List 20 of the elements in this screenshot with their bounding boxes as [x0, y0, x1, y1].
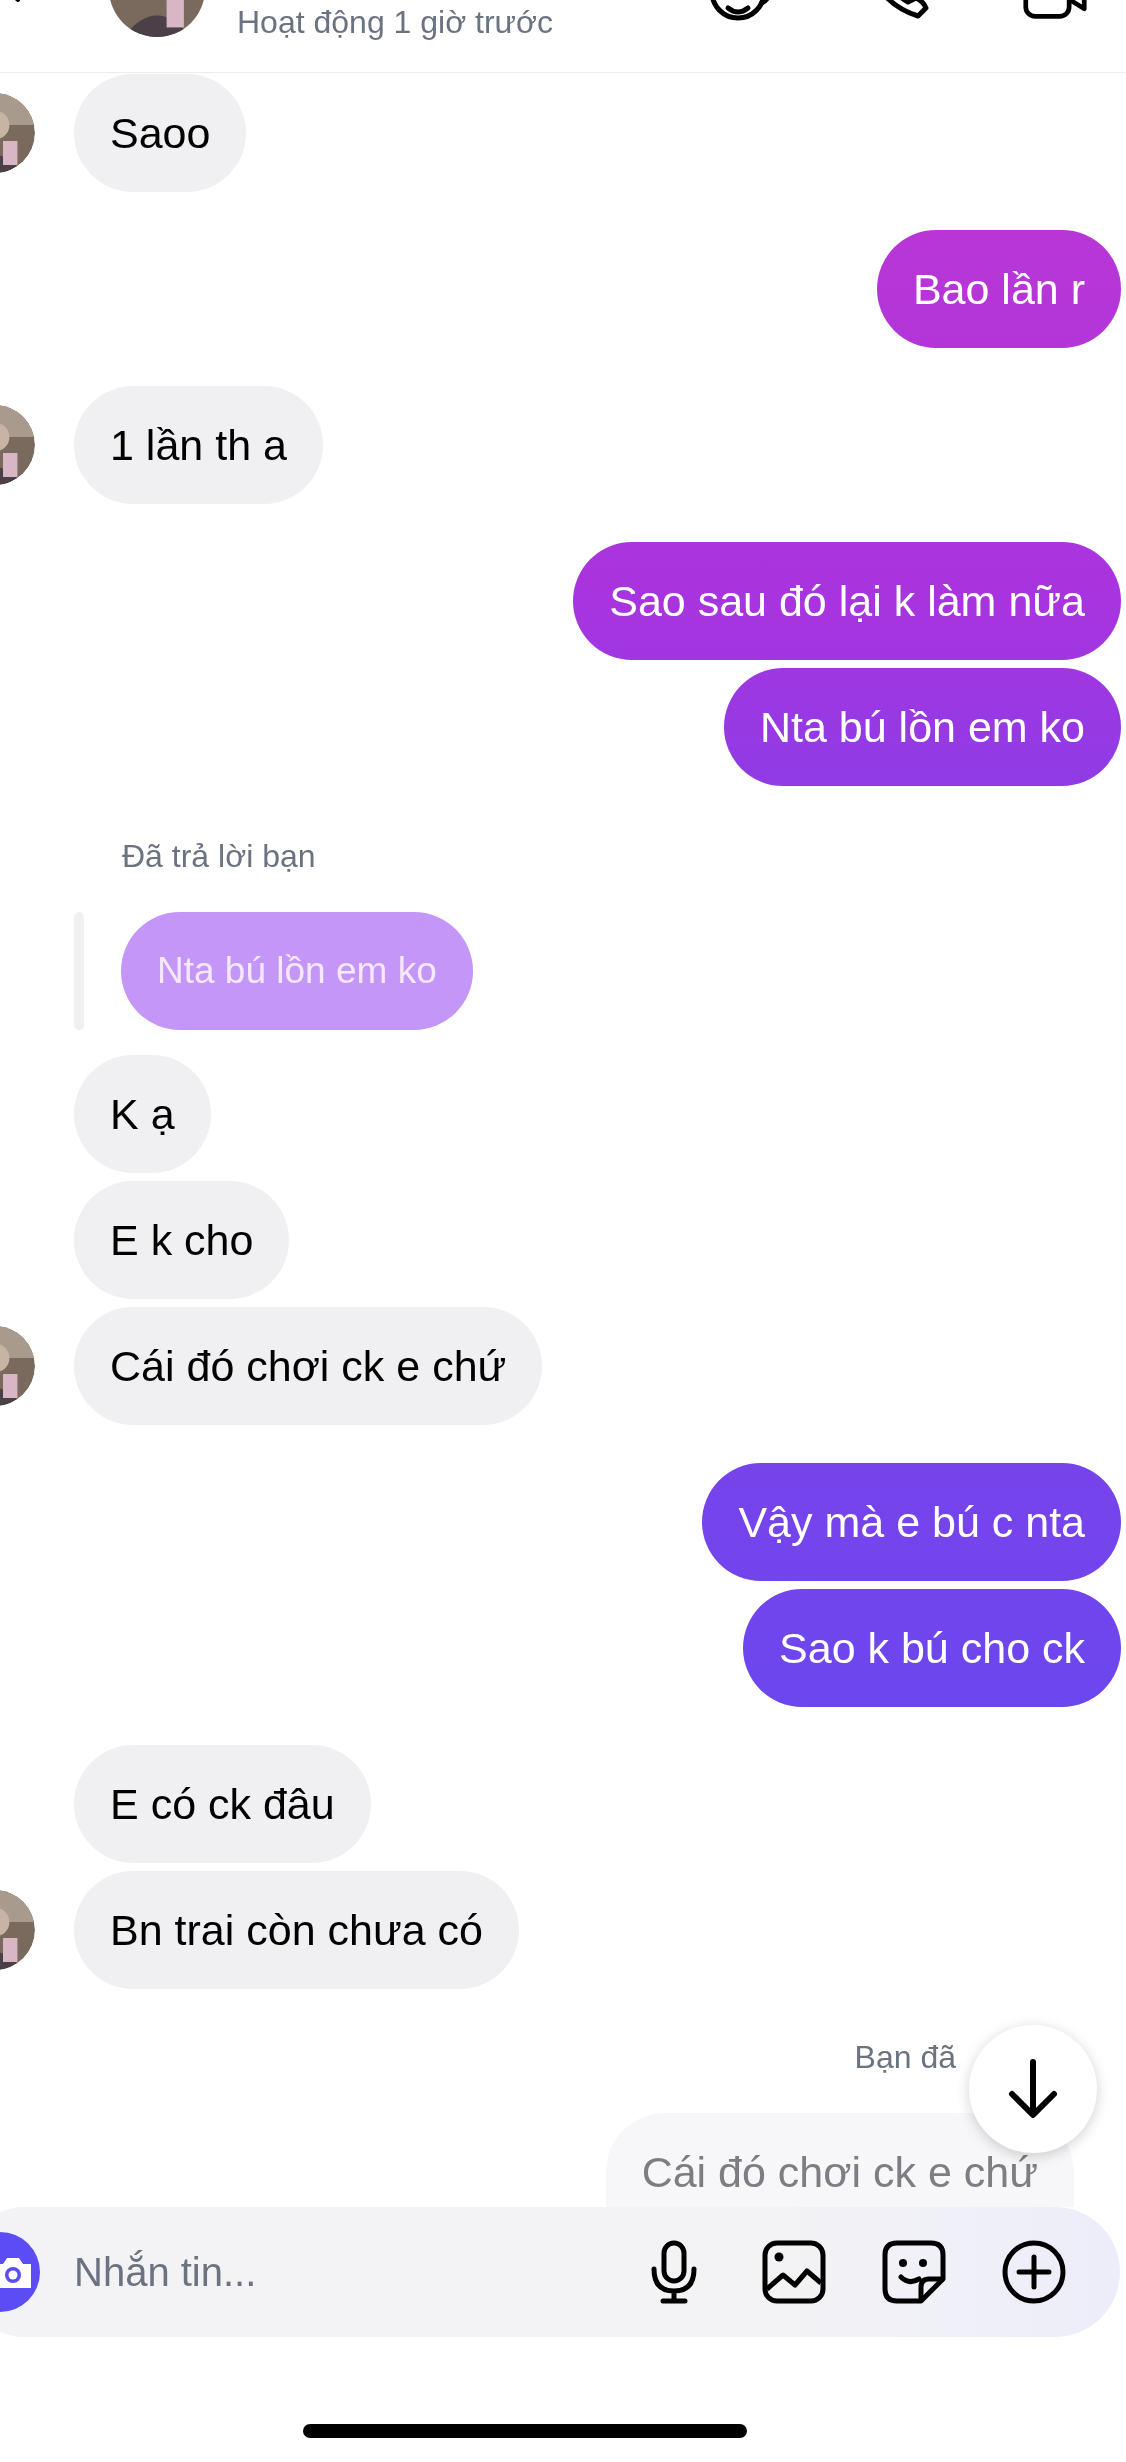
message-bubble[interactable]: 1 lần th a: [74, 386, 323, 504]
message-bubble[interactable]: K ạ: [74, 1055, 211, 1173]
message-bubble[interactable]: E k cho: [74, 1181, 290, 1299]
active-status: Hoạt động 1 giờ trước: [237, 3, 553, 42]
image-icon[interactable]: [761, 2239, 827, 2305]
message-input[interactable]: Nhắn tin...: [72, 2248, 641, 2296]
seen-label: Bạn đã: [854, 2039, 956, 2075]
message-bubble[interactable]: Bn trai còn chưa có: [74, 1871, 519, 1989]
add-icon[interactable]: [1001, 2239, 1067, 2305]
message-bubble[interactable]: Saoo: [74, 74, 247, 192]
message-bubble[interactable]: Sao k bú cho ck: [743, 1589, 1121, 1707]
reply-label: Đã trả lời bạn: [122, 838, 316, 874]
reply-preview[interactable]: Cái đó chơi ck e chứ: [605, 2113, 1074, 2207]
message-bubble[interactable]: Cái đó chơi ck e chứ: [74, 1307, 543, 1425]
message-bubble[interactable]: Nta bú lồn em ko: [723, 668, 1121, 786]
message-bubble[interactable]: Sao sau đó lại k làm nữa: [573, 542, 1121, 660]
scroll-down-button[interactable]: [969, 2025, 1097, 2153]
message-bubble[interactable]: E có ck đâu: [74, 1745, 371, 1863]
message-bubble[interactable]: Bao lần r: [876, 230, 1121, 348]
message-bubble[interactable]: Vậy mà e bú c nta: [702, 1463, 1121, 1581]
